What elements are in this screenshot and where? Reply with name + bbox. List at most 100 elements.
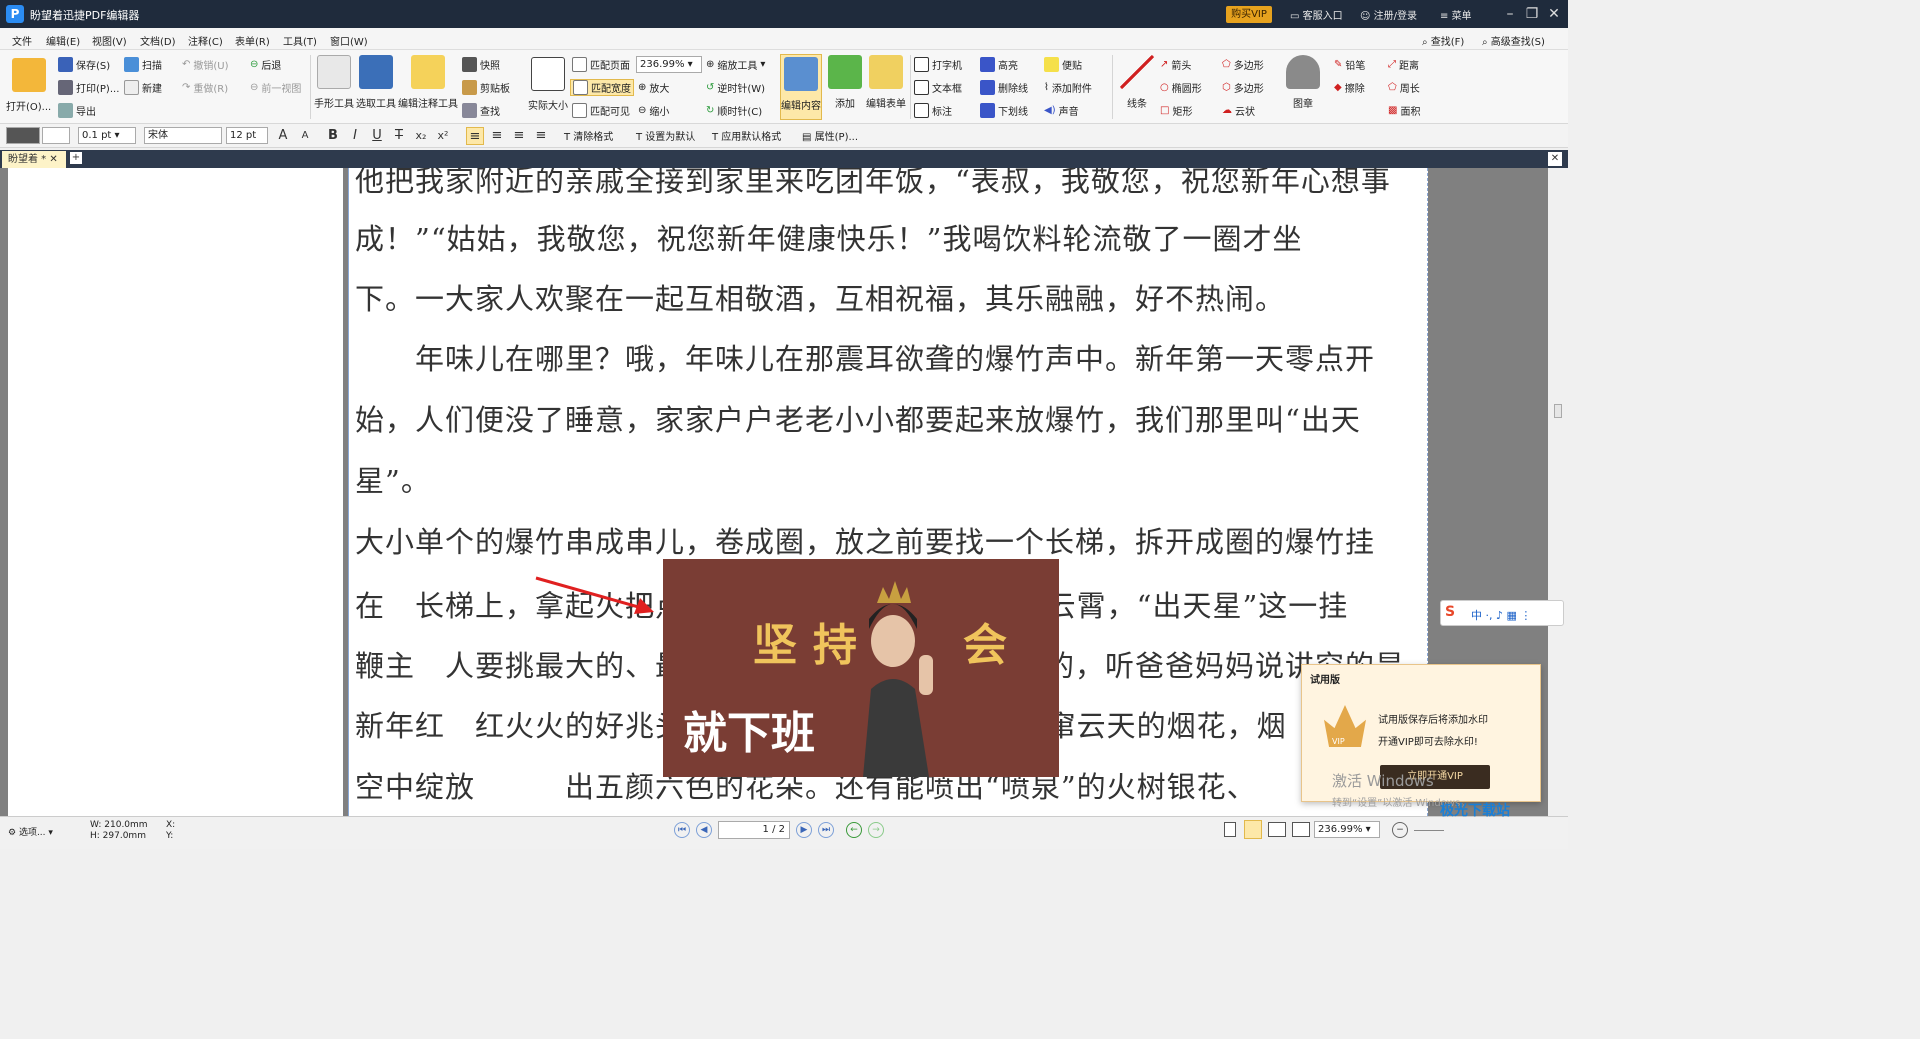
options-button[interactable]: ⚙ 选项... ▾ <box>8 825 53 838</box>
clipboard-button[interactable]: 剪贴板 <box>462 80 510 95</box>
customer-service-link[interactable]: ▭ 客服入口 <box>1290 7 1343 22</box>
first-page-icon[interactable]: ⏮ <box>674 822 690 838</box>
polygon-tool-button[interactable]: ⬠ 多边形 <box>1222 57 1264 72</box>
line-tool-button[interactable]: 线条 <box>1120 55 1154 110</box>
minimize-icon[interactable]: – <box>1500 4 1520 24</box>
close-icon[interactable]: ✕ <box>1544 4 1564 24</box>
next-page-icon[interactable]: ▶ <box>796 822 812 838</box>
callout-button[interactable]: 标注 <box>914 103 952 118</box>
red-arrow-annotation[interactable] <box>530 570 660 620</box>
edit-annotation-tool-button[interactable]: 编辑注释工具 <box>398 55 458 110</box>
align-left-icon[interactable]: ≡ <box>466 127 484 145</box>
bold-icon[interactable]: B <box>324 127 342 145</box>
stamp-tool-button[interactable]: 图章 <box>1286 55 1320 110</box>
print-button[interactable]: 打印(P)... <box>58 80 119 95</box>
status-zoom-combo[interactable]: 236.99% ▾ <box>1314 821 1380 838</box>
tab-close-icon[interactable]: ✕ <box>49 154 57 165</box>
note-button[interactable]: 便贴 <box>1044 57 1082 72</box>
sound-button[interactable]: ◀) 声音 <box>1044 103 1079 118</box>
zoom-combo[interactable]: 236.99% ▾ <box>636 56 702 73</box>
arrow-tool-button[interactable]: ↗ 箭头 <box>1160 57 1191 72</box>
border-color-picker[interactable] <box>42 127 70 144</box>
fit-page-button[interactable]: 匹配页面 <box>572 57 630 72</box>
italic-icon[interactable]: I <box>346 127 364 145</box>
set-default-button[interactable]: T 设置为默认 <box>636 128 695 143</box>
fill-color-picker[interactable] <box>6 127 40 144</box>
last-page-icon[interactable]: ⏭ <box>818 822 834 838</box>
text-line[interactable]: 下。一大家人欢聚在一起互相敬酒，互相祝福，其乐融融，好不热闹。 <box>355 276 1285 318</box>
align-center-icon[interactable]: ≡ <box>488 127 506 145</box>
zoom-slider[interactable] <box>1414 830 1444 831</box>
font-family-combo[interactable]: 宋体 <box>144 127 222 144</box>
single-page-icon[interactable] <box>1224 822 1236 837</box>
close-all-icon[interactable]: ✕ <box>1548 152 1562 166</box>
stroke-width-combo[interactable]: 0.1 pt ▾ <box>78 127 136 144</box>
menu-form[interactable]: 表单(R) <box>235 33 270 48</box>
page-number-input[interactable]: 1 / 2 <box>718 821 790 839</box>
menu-window[interactable]: 窗口(W) <box>330 33 368 48</box>
snapshot-button[interactable]: 快照 <box>462 57 500 72</box>
two-page-icon[interactable] <box>1268 822 1286 837</box>
align-right-icon[interactable]: ≡ <box>510 127 528 145</box>
rotate-cw-button[interactable]: ↻ 顺时针(C) <box>706 103 762 118</box>
actual-size-button[interactable]: 实际大小 <box>528 57 568 112</box>
prev-page-icon[interactable]: ◀ <box>696 822 712 838</box>
font-size-combo[interactable]: 12 pt <box>226 127 268 144</box>
underline-annot-button[interactable]: 下划线 <box>980 103 1028 118</box>
scrollbar-thumb[interactable] <box>1554 404 1562 418</box>
open-button[interactable]: 打开(O)... <box>6 58 51 113</box>
highlight-button[interactable]: 高亮 <box>980 57 1018 72</box>
typewriter-button[interactable]: 打字机 <box>914 57 962 72</box>
scan-button[interactable]: 扫描 <box>124 57 162 72</box>
grow-font-icon[interactable]: A <box>274 127 292 145</box>
text-line[interactable]: 他把我家附近的亲戚全接到家里来吃团年饭，“表叔，我敬您，祝您新年心想事 <box>355 168 1391 200</box>
menu-tools[interactable]: 工具(T) <box>283 33 317 48</box>
zoom-in-button[interactable]: ⊕ 放大 <box>638 80 669 95</box>
add-button[interactable]: 添加 <box>828 55 862 110</box>
continuous-page-icon[interactable] <box>1244 820 1262 839</box>
distance-tool-button[interactable]: ⤢ 距离 <box>1388 57 1419 72</box>
text-line[interactable]: 始，人们便没了睡意，家家户户老老小小都要起来放爆竹，我们那里叫“出天 <box>355 397 1361 439</box>
attach-button[interactable]: ⌇ 添加附件 <box>1044 80 1092 95</box>
fit-visible-button[interactable]: 匹配可见 <box>572 103 630 118</box>
select-tool-button[interactable]: 选取工具 <box>356 55 396 110</box>
two-page-continuous-icon[interactable] <box>1292 822 1310 837</box>
embedded-image[interactable]: 坚持 会 就下班 <box>663 559 1059 777</box>
subscript-icon[interactable]: x₂ <box>412 127 430 145</box>
zoom-tool-button[interactable]: ⊕ 缩放工具 ▾ <box>706 57 765 72</box>
advanced-find-button[interactable]: ⌕ 高级查找(S) <box>1482 33 1545 48</box>
align-justify-icon[interactable]: ≡ <box>532 127 550 145</box>
underline-format-icon[interactable]: U <box>368 127 386 145</box>
back-button[interactable]: ⊖ 后退 <box>250 57 281 72</box>
login-link[interactable]: ☺ 注册/登录 <box>1360 7 1417 22</box>
redo-button[interactable]: ↷ 重做(R) <box>182 80 228 95</box>
properties-button[interactable]: ▤ 属性(P)... <box>802 128 858 143</box>
vertical-scrollbar[interactable] <box>1548 168 1568 816</box>
hand-tool-button[interactable]: 手形工具 <box>314 55 354 110</box>
undo-button[interactable]: ↶ 撤销(U) <box>182 57 229 72</box>
menu-document[interactable]: 文档(D) <box>140 33 176 48</box>
main-menu-button[interactable]: ≡ 菜单 <box>1440 7 1472 22</box>
ellipse-tool-button[interactable]: ○ 椭圆形 <box>1160 80 1202 95</box>
new-button[interactable]: 新建 <box>124 80 162 95</box>
export-button[interactable]: 导出 <box>58 103 96 118</box>
edit-form-button[interactable]: 编辑表单 <box>866 55 906 110</box>
document-tab[interactable]: 盼望着 * ✕ <box>2 151 66 168</box>
rotate-ccw-button[interactable]: ↺ 逆时针(W) <box>706 80 765 95</box>
textbox-button[interactable]: 文本框 <box>914 80 962 95</box>
pencil-tool-button[interactable]: ✎ 铅笔 <box>1334 57 1365 72</box>
new-tab-icon[interactable]: + <box>70 152 82 164</box>
history-back-icon[interactable]: ← <box>846 822 862 838</box>
find-button[interactable]: ⌕ 查找(F) <box>1422 33 1464 48</box>
strikeout-button[interactable]: 删除线 <box>980 80 1028 95</box>
superscript-icon[interactable]: x² <box>434 127 452 145</box>
shrink-font-icon[interactable]: A <box>296 127 314 145</box>
perimeter-tool-button[interactable]: ⬠ 周长 <box>1388 80 1420 95</box>
text-line[interactable]: 年味儿在哪里？哦，年味儿在那震耳欲聋的爆竹声中。新年第一天零点开 <box>355 336 1375 378</box>
search-button[interactable]: 查找 <box>462 103 500 118</box>
text-line[interactable]: 大小单个的爆竹串成串儿，卷成圈，放之前要找一个长梯，拆开成圈的爆竹挂 <box>355 519 1375 561</box>
area-tool-button[interactable]: ▩ 面积 <box>1388 103 1420 118</box>
buy-vip-button[interactable]: 购买VIP <box>1226 6 1272 23</box>
ime-toolbar[interactable]: S 中 ·, ♪ ▦ ⋮ <box>1440 600 1564 626</box>
status-zoom-out-icon[interactable]: − <box>1392 822 1408 838</box>
